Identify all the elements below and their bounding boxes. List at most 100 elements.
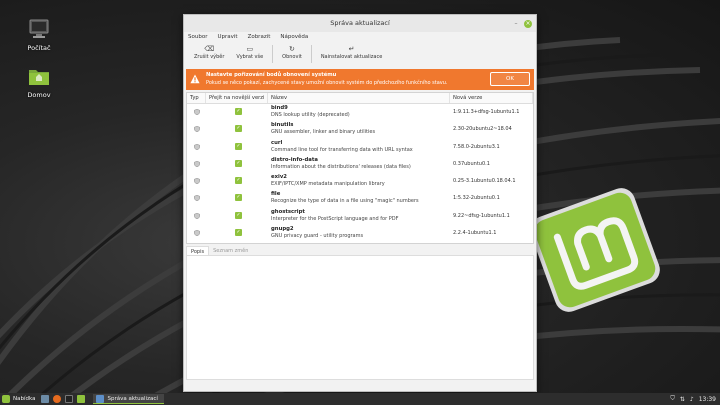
updates-table: Typ Přejít na novější verzi Název Nová v… [186,92,534,244]
name-cell: exiv2 EXIF/IPTC/XMP metadata manipulation… [268,173,450,190]
name-cell: curl Command line tool for transferring d… [268,139,450,156]
name-cell: bind9 DNS lookup utility (deprecated) [268,104,450,121]
infobar-ok-button[interactable]: OK [490,72,530,86]
upgrade-checkbox[interactable]: ✓ [235,125,242,133]
refresh-icon: ↻ [289,45,295,53]
table-row[interactable]: ✓ distro-info-data Information about the d… [187,156,533,173]
name-cell: distro-info-data Information about the di… [268,156,450,173]
select-all-label: Vybrat vše [236,54,264,60]
table-row[interactable]: ✓ curl Command line tool for transferring … [187,139,533,156]
name-cell: gnupg2 GNU privacy guard - utility progra… [268,225,450,242]
upgrade-cell: ✓ [206,173,268,190]
package-name: gnupg2 [271,226,294,233]
window-title: Správa aktualizací [330,19,390,27]
shield-icon[interactable]: ⛉ [670,395,675,403]
package-description: GNU assembler, linker and binary utiliti… [271,129,376,136]
menu-help[interactable]: Nápověda [280,32,308,43]
clear-selection-icon: ⌫ [204,45,215,53]
new-version: 0.37ubuntu0.1 [453,160,490,167]
taskbar-window-button[interactable]: Správa aktualizací [93,394,164,404]
minimize-button[interactable]: – [512,20,520,28]
description-pane [186,256,534,380]
column-header-type[interactable]: Typ [187,93,206,103]
install-icon: ↵ [348,45,355,53]
mint-menu-icon [2,395,10,403]
upgrade-cell: ✓ [206,225,268,242]
new-version: 9.22~dfsg-1ubuntu1.1 [453,212,510,219]
column-header-version[interactable]: Nová verze [450,93,533,103]
upgrade-cell: ✓ [206,139,268,156]
upgrade-checkbox[interactable]: ✓ [235,177,242,185]
package-name: binutils [271,122,294,129]
toolbar: ⌫ Zrušit výběr ▭ Vybrat vše ↻ Obnovit ↵ … [184,43,536,67]
update-manager-icon [96,394,105,403]
window-titlebar[interactable]: Správa aktualizací – × [184,15,536,32]
package-description: Information about the distributions' rel… [271,163,411,170]
menubar: Soubor Upravit Zobrazit Nápověda [184,32,536,43]
menu-file[interactable]: Soubor [188,32,207,43]
new-version: 2.30-20ubuntu2~18.04 [453,126,512,133]
new-version: 7.58.0-2ubuntu3.1 [453,143,500,150]
package-description: EXIF/IPTC/XMP metadata manipulation libr… [271,181,385,188]
table-row[interactable]: ✓ exiv2 EXIF/IPTC/XMP metadata manipulatio… [187,173,533,190]
menu-edit[interactable]: Upravit [217,32,237,43]
upgrade-cell: ✓ [206,190,268,207]
package-description: Interpreter for the PostScript language … [271,215,399,222]
upgrade-checkbox[interactable]: ✓ [235,211,242,219]
type-cell [187,208,206,225]
name-cell: ghostscript Interpreter for the PostScrip… [268,208,450,225]
column-header-name[interactable]: Název [268,93,450,103]
details-tabs: Popis Seznam změn [186,246,534,256]
tab-changelog[interactable]: Seznam změn [209,246,252,255]
toolbar-separator [272,45,274,63]
select-all-button[interactable]: ▭ Vybrat vše [230,45,269,60]
table-row[interactable]: ✓ file Recognize the type of data in a fil… [187,190,533,207]
type-cell [187,121,206,138]
name-cell: file Recognize the type of data in a file… [268,190,450,207]
package-name: ghostscript [271,208,305,215]
upgrade-checkbox[interactable]: ✓ [235,142,242,150]
column-header-upgrade[interactable]: Přejít na novější verzi [206,93,268,103]
menu-view[interactable]: Zobrazit [248,32,271,43]
menu-button[interactable]: Nabídka [0,395,39,403]
upgrade-cell: ✓ [206,208,268,225]
security-update-icon [193,126,200,133]
upgrade-cell: ✓ [206,156,268,173]
network-icon[interactable]: ⇅ [680,396,685,403]
table-row[interactable]: ✓ gnupg2 GNU privacy guard - utility progr… [187,225,533,242]
new-version: 2.2.4-1ubuntu1.1 [453,230,497,237]
infobar-message: Pokud se něco pokazí, zachycené stavy um… [206,80,448,86]
upgrade-cell: ✓ [206,104,268,121]
infobar-title: Nastavte pořizování bodů obnovení systém… [206,72,337,78]
upgrade-checkbox[interactable]: ✓ [235,108,242,115]
package-description: Recognize the type of data in a file usi… [271,198,419,205]
volume-icon[interactable]: ♪ [690,396,694,403]
refresh-button[interactable]: ↻ Obnovit [276,45,308,60]
security-update-icon [193,160,200,167]
security-update-icon [193,195,200,202]
close-button[interactable]: × [524,20,532,28]
files-icon[interactable] [77,395,86,403]
clear-selection-button[interactable]: ⌫ Zrušit výběr [188,45,230,60]
new-version: 1:9.11.3+dfsg-1ubuntu1.1 [453,109,520,115]
tab-description[interactable]: Popis [186,246,210,255]
firefox-icon[interactable] [53,395,62,403]
new-version: 0.25-3.1ubuntu0.18.04.1 [453,178,516,185]
desktop-icon-home[interactable]: Domov [11,66,67,99]
show-desktop-icon[interactable] [41,395,50,403]
table-row[interactable]: ✓ ghostscript Interpreter for the PostScri… [187,208,533,225]
clock[interactable]: 13:39 [699,396,716,403]
desktop-icon-computer[interactable]: Počítač [11,19,67,52]
security-update-icon [193,178,200,185]
table-row[interactable]: ✓ bind9 DNS lookup utility (deprecated) 1:9… [187,104,533,121]
type-cell [187,156,206,173]
terminal-icon[interactable] [65,395,74,403]
upgrade-checkbox[interactable]: ✓ [235,194,242,202]
new-version: 1:5.32-2ubuntu0.1 [453,195,500,202]
desktop-icon-label: Domov [27,91,51,99]
upgrade-checkbox[interactable]: ✓ [235,229,242,237]
table-row[interactable]: ✓ binutils GNU assembler, linker and binar… [187,121,533,138]
package-description: Command line tool for transferring data … [271,146,413,153]
install-updates-button[interactable]: ↵ Nainstalovat aktualizace [315,45,388,60]
upgrade-checkbox[interactable]: ✓ [235,159,242,167]
